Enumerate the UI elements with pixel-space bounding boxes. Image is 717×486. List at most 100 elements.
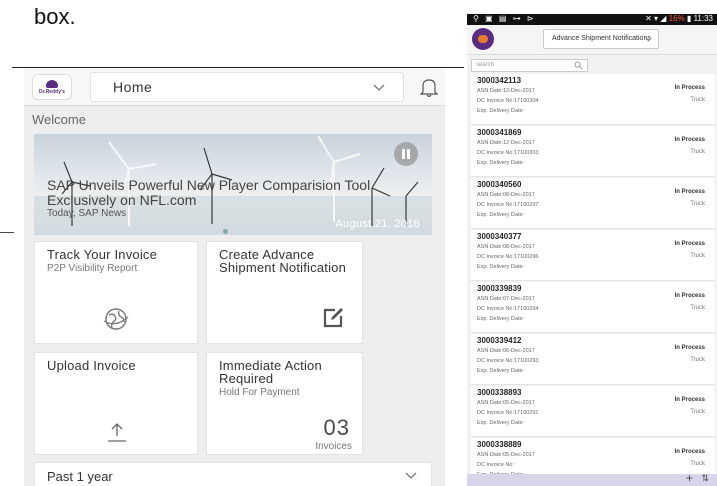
tile-track-invoice[interactable]: Track Your Invoice P2P Visibility Report	[34, 241, 198, 344]
search-input[interactable]: search	[471, 59, 588, 72]
company-logo[interactable]: Dr.Reddy's	[32, 74, 72, 100]
status-right: ✕ ▾ ◢ 16% ▮ 11:33	[645, 14, 713, 23]
dc-invoice-label: DC Invoice No:	[477, 358, 514, 364]
exp-delivery-label: Exp. Delivery Date:	[477, 316, 525, 322]
asn-date-label: ASN Date:	[477, 88, 503, 94]
tile-subtitle: P2P Visibility Report	[47, 263, 138, 274]
battery-level: 16%	[668, 14, 685, 23]
document-dash	[0, 232, 14, 233]
asn-number: 3000339839	[477, 284, 522, 293]
asn-status: In Process	[674, 449, 705, 455]
asn-invoice-line: DC Invoice No:17100303	[477, 150, 538, 156]
news-headline[interactable]: SAP Unveils Powerful New Player Comparis…	[47, 178, 377, 208]
asn-list-item[interactable]: 3000342113 ASN Date:12-Dec-2017 DC Invoice…	[471, 74, 715, 125]
tile-create-asn[interactable]: Create Advance Shipment Notification	[206, 241, 363, 344]
dc-invoice-label: DC Invoice No:	[477, 254, 514, 260]
dc-invoice-value: 17100296	[514, 254, 539, 260]
asn-list-item[interactable]: 3000339412 ASN Date:06-Dec-2017 DC Invoice…	[471, 334, 715, 385]
period-dropdown-label: Past 1 year	[47, 469, 113, 484]
dc-invoice-value: 17100294	[514, 306, 539, 312]
exp-delivery-label: Exp. Delivery Date:	[477, 212, 525, 218]
asn-date-value: 08-Dec-2017	[502, 244, 535, 250]
asn-date-line: ASN Date:08-Dec-2017	[477, 192, 535, 198]
dc-invoice-label: DC Invoice No:	[477, 306, 514, 312]
logo-text: Dr.Reddy's	[39, 88, 65, 95]
exp-delivery-label: Exp. Delivery Date:	[477, 264, 525, 270]
asn-invoice-line: DC Invoice No:17100291	[477, 410, 538, 416]
news-source: Today, SAP News	[47, 208, 127, 219]
carousel-indicator-dot[interactable]	[223, 229, 228, 234]
asn-date-value: 08-Dec-2017	[502, 192, 535, 198]
asn-invoice-line: DC Invoice No:17100297	[477, 202, 538, 208]
asn-status: In Process	[674, 189, 705, 195]
invoice-count-unit: Invoices	[315, 441, 352, 452]
asn-transport-mode: Truck	[690, 461, 705, 467]
asn-date-line: ASN Date:07-Dec-2017	[477, 296, 535, 302]
module-dropdown-label: Advance Shipment Notifications	[552, 35, 651, 42]
document-text-fragment: box.	[34, 4, 76, 29]
asn-date-line: ASN Date:05-Dec-2017	[477, 400, 535, 406]
status-bar: ⚲ ▣ ▤ ⊶ ⊳ ✕ ▾ ◢ 16% ▮ 11:33	[467, 14, 717, 25]
asn-list-item[interactable]: 3000338893 ASN Date:05-Dec-2017 DC Invoice…	[471, 386, 715, 437]
asn-status: In Process	[674, 293, 705, 299]
asn-invoice-line: DC Invoice No:17100304	[477, 98, 538, 104]
sort-icon[interactable]: ⇅	[701, 473, 709, 484]
news-carousel[interactable]: SAP Unveils Powerful New Player Comparis…	[34, 134, 432, 235]
dc-invoice-value: 17100291	[514, 410, 539, 416]
tile-immediate-action[interactable]: Immediate Action Required Hold For Payme…	[206, 352, 363, 455]
signal-icon: ✕ ▾ ◢	[645, 14, 669, 23]
home-dropdown[interactable]: Home	[90, 72, 404, 102]
dc-invoice-value: 17100297	[514, 202, 539, 208]
asn-date-value: 12-Dec-2017	[502, 140, 535, 146]
asn-date-line: ASN Date:12-Dec-2017	[477, 88, 535, 94]
notification-bell-icon[interactable]	[417, 75, 441, 99]
company-logo[interactable]	[472, 28, 494, 50]
asn-date-value: 05-Dec-2017	[502, 452, 535, 458]
asn-status: In Process	[674, 137, 705, 143]
dc-invoice-value: 17100304	[514, 98, 539, 104]
exp-delivery-label: Exp. Delivery Date:	[477, 160, 525, 166]
asn-date-label: ASN Date:	[477, 244, 503, 250]
asn-list-item[interactable]: 3000340560 ASN Date:08-Dec-2017 DC Invoice…	[471, 178, 715, 229]
asn-invoice-line: DC Invoice No:	[477, 462, 514, 468]
exp-delivery-label: Exp. Delivery Date:	[477, 368, 525, 374]
chevron-down-icon	[373, 84, 385, 91]
asn-number: 3000339412	[477, 336, 522, 345]
search-placeholder: search	[476, 62, 495, 68]
asn-date-label: ASN Date:	[477, 348, 503, 354]
asn-transport-mode: Truck	[690, 201, 705, 207]
asn-transport-mode: Truck	[690, 149, 705, 155]
tile-title: Create Advance Shipment Notification	[219, 247, 347, 275]
asn-transport-mode: Truck	[690, 409, 705, 415]
asn-number: 3000340560	[477, 180, 522, 189]
asn-number: 3000338893	[477, 388, 522, 397]
tile-upload-invoice[interactable]: Upload Invoice	[34, 352, 198, 455]
module-dropdown[interactable]: Advance Shipment Notifications	[543, 29, 659, 49]
asn-date-label: ASN Date:	[477, 296, 503, 302]
status-notification-icons: ⚲ ▣ ▤ ⊶ ⊳	[473, 14, 536, 23]
dc-invoice-label: DC Invoice No:	[477, 462, 514, 468]
asn-invoice-line: DC Invoice No:17100294	[477, 306, 538, 312]
period-dropdown[interactable]: Past 1 year	[34, 462, 432, 486]
dc-invoice-value: 17100303	[514, 150, 539, 156]
add-icon[interactable]: +	[686, 471, 693, 485]
bottom-action-bar: + ⇅	[467, 471, 717, 486]
asn-list-item[interactable]: 3000341869 ASN Date:12-Dec-2017 DC Invoice…	[471, 126, 715, 177]
pause-icon[interactable]	[394, 142, 418, 166]
asn-date-label: ASN Date:	[477, 452, 503, 458]
asn-transport-mode: Truck	[690, 305, 705, 311]
asn-status: In Process	[674, 345, 705, 351]
asn-list-item[interactable]: 3000339839 ASN Date:07-Dec-2017 DC Invoice…	[471, 282, 715, 333]
asn-date-line: ASN Date:06-Dec-2017	[477, 348, 535, 354]
dc-invoice-value: 17100293	[514, 358, 539, 364]
asn-invoice-line: DC Invoice No:17100296	[477, 254, 538, 260]
edit-icon	[323, 308, 343, 328]
app-bar: Advance Shipment Notifications	[467, 25, 717, 55]
asn-transport-mode: Truck	[690, 97, 705, 103]
search-icon[interactable]	[574, 61, 583, 70]
clock: 11:33	[693, 14, 713, 23]
app-header: Dr.Reddy's Home	[24, 68, 445, 106]
asn-list-item[interactable]: 3000340377 ASN Date:08-Dec-2017 DC Invoice…	[471, 230, 715, 281]
tile-title: Upload Invoice	[47, 358, 136, 373]
dc-invoice-label: DC Invoice No:	[477, 98, 514, 104]
